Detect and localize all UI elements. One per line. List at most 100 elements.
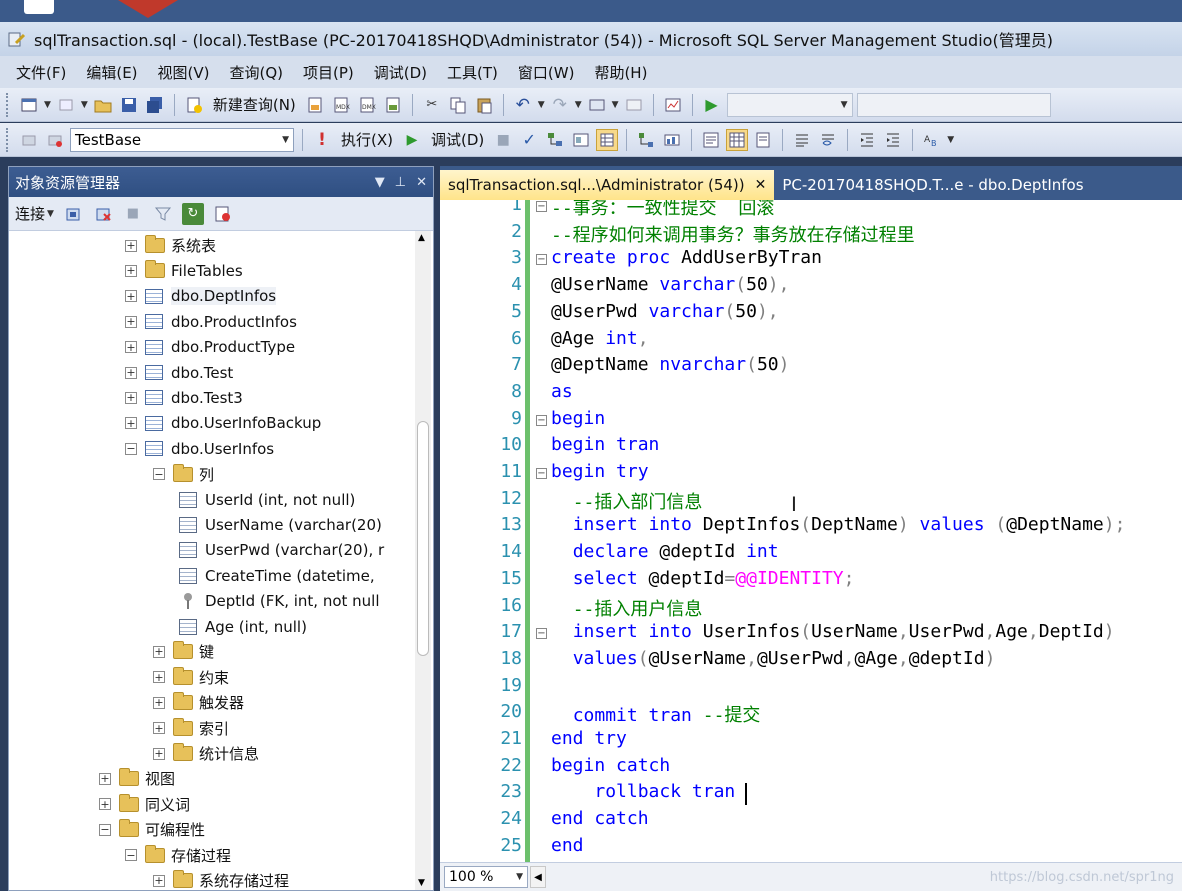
display-estimated-plan-icon[interactable] bbox=[544, 129, 566, 151]
object-explorer-details-icon[interactable] bbox=[212, 203, 234, 225]
tree-item[interactable]: + dbo.ProductInfos bbox=[125, 309, 297, 334]
tree-item[interactable]: DeptId (FK, int, not null bbox=[179, 589, 380, 614]
activity-monitor-icon[interactable] bbox=[662, 94, 684, 116]
toolbar-grip[interactable] bbox=[6, 92, 10, 117]
expand-icon[interactable]: + bbox=[125, 341, 137, 354]
specify-template-values-icon[interactable]: AB bbox=[921, 129, 943, 151]
menu-item[interactable]: 文件(F) bbox=[6, 62, 76, 83]
code-line[interactable]: @Age int, bbox=[551, 328, 649, 349]
collapse-icon[interactable]: − bbox=[125, 849, 137, 862]
close-icon[interactable]: ✕ bbox=[416, 175, 427, 190]
tree-item[interactable]: + dbo.Test bbox=[125, 360, 233, 385]
toolbar-overflow-icon[interactable]: ▼ bbox=[947, 135, 954, 145]
tab-deptinfos[interactable]: PC-20170418SHQD.T...e - dbo.DeptInfos bbox=[774, 170, 1091, 200]
close-tab-icon[interactable]: ✕ bbox=[755, 177, 767, 193]
filter-icon[interactable] bbox=[152, 203, 174, 225]
code-line[interactable]: as bbox=[551, 381, 573, 402]
menu-item[interactable]: 调试(D) bbox=[364, 62, 437, 83]
code-line[interactable]: --插入用户信息 bbox=[551, 595, 703, 621]
fold-toggle-icon[interactable]: − bbox=[536, 468, 547, 479]
paste-icon[interactable] bbox=[473, 94, 495, 116]
menu-item[interactable]: 项目(P) bbox=[293, 62, 364, 83]
chevron-down-icon[interactable]: ▼ bbox=[44, 100, 51, 110]
parse-icon[interactable]: ✓ bbox=[518, 129, 540, 151]
include-client-statistics-icon[interactable] bbox=[661, 129, 683, 151]
chevron-down-icon[interactable]: ▼ bbox=[612, 100, 619, 110]
chevron-down-icon[interactable]: ▼ bbox=[81, 100, 88, 110]
menu-item[interactable]: 视图(V) bbox=[148, 62, 220, 83]
menu-item[interactable]: 查询(Q) bbox=[220, 62, 294, 83]
change-connection-icon[interactable] bbox=[44, 129, 66, 151]
fold-toggle-icon[interactable]: − bbox=[536, 628, 547, 640]
code-line[interactable]: begin tran bbox=[551, 434, 659, 455]
expand-icon[interactable]: + bbox=[125, 264, 137, 277]
tree-item[interactable]: + 同义词 bbox=[99, 792, 190, 817]
uncomment-lines-icon[interactable] bbox=[817, 129, 839, 151]
expand-icon[interactable]: + bbox=[153, 874, 165, 887]
open-folder-icon[interactable] bbox=[92, 94, 114, 116]
tree-item[interactable]: + 触发器 bbox=[153, 690, 244, 715]
collapse-icon[interactable]: − bbox=[153, 468, 165, 481]
chevron-down-icon[interactable]: ▼ bbox=[47, 209, 54, 219]
connect-icon[interactable] bbox=[18, 129, 40, 151]
tree-item[interactable]: + 统计信息 bbox=[153, 741, 259, 766]
chevron-down-icon[interactable]: ▼ bbox=[575, 100, 582, 110]
expand-icon[interactable]: + bbox=[99, 798, 111, 811]
fold-toggle-icon[interactable]: − bbox=[536, 414, 547, 426]
code-line[interactable]: @UserName varchar(50), bbox=[551, 274, 789, 295]
new-project-icon[interactable] bbox=[18, 94, 40, 116]
code-line[interactable]: declare @deptId int bbox=[551, 541, 779, 562]
code-line[interactable]: values(@UserName,@UserPwd,@Age,@deptId) bbox=[551, 648, 996, 669]
tree-item[interactable]: UserPwd (varchar(20), r bbox=[179, 538, 384, 563]
analysis-dmx-query-icon[interactable]: DMX bbox=[356, 94, 378, 116]
new-query-icon[interactable] bbox=[183, 94, 205, 116]
pin-icon[interactable]: ⊥ bbox=[395, 175, 406, 190]
query-designer-icon[interactable] bbox=[570, 129, 592, 151]
tree-item[interactable]: + 视图 bbox=[99, 766, 175, 791]
fold-toggle-icon[interactable]: − bbox=[536, 201, 547, 212]
copy-icon[interactable] bbox=[447, 94, 469, 116]
tree-item[interactable]: − 存储过程 bbox=[125, 843, 231, 868]
chevron-down-icon[interactable]: ▼ bbox=[538, 100, 545, 110]
refresh-icon[interactable]: ↻ bbox=[181, 202, 204, 225]
scroll-thumb[interactable] bbox=[417, 421, 429, 656]
results-to-file-icon[interactable] bbox=[752, 129, 774, 151]
connect-object-explorer-icon[interactable] bbox=[62, 203, 84, 225]
code-line[interactable]: commit tran --提交 bbox=[551, 701, 761, 727]
code-line[interactable]: @UserPwd varchar(50), bbox=[551, 301, 779, 322]
increase-indent-icon[interactable] bbox=[882, 129, 904, 151]
code-line[interactable]: begin try bbox=[551, 461, 649, 482]
tree-item[interactable]: + 键 bbox=[153, 639, 214, 664]
word-app-icon[interactable] bbox=[24, 0, 54, 14]
navigate-forward-icon[interactable] bbox=[623, 94, 645, 116]
menu-item[interactable]: 工具(T) bbox=[437, 62, 508, 83]
results-to-grid-toggle-icon[interactable] bbox=[726, 128, 749, 151]
expand-icon[interactable]: + bbox=[125, 391, 137, 404]
tab-sqltransaction[interactable]: sqlTransaction.sql...\Administrator (54)… bbox=[440, 170, 775, 200]
tree-item[interactable]: + 索引 bbox=[153, 716, 229, 741]
collapse-icon[interactable]: − bbox=[125, 442, 137, 455]
connect-button[interactable]: 连接 bbox=[15, 203, 45, 224]
tree-item[interactable]: UserId (int, not null) bbox=[179, 487, 355, 512]
results-to-grid-icon[interactable] bbox=[596, 128, 619, 151]
code-line[interactable]: begin bbox=[551, 408, 605, 429]
expand-icon[interactable]: + bbox=[99, 772, 111, 785]
expand-icon[interactable]: + bbox=[125, 290, 137, 303]
code-line[interactable]: begin catch bbox=[551, 755, 670, 776]
expand-icon[interactable]: + bbox=[153, 722, 165, 735]
database-engine-query-icon[interactable] bbox=[304, 94, 326, 116]
start-debugging-icon[interactable]: ▶ bbox=[701, 94, 723, 116]
available-databases-select[interactable]: TestBase ▼ bbox=[70, 127, 294, 152]
tree-item[interactable]: + dbo.ProductType bbox=[125, 335, 295, 360]
expand-icon[interactable]: + bbox=[125, 366, 137, 379]
window-position-icon[interactable]: ▼ bbox=[375, 175, 385, 190]
execute-icon[interactable]: ! bbox=[311, 129, 333, 151]
tree-item[interactable]: − 列 bbox=[153, 462, 214, 487]
new-query-button[interactable]: 新建查询(N) bbox=[213, 94, 296, 115]
expand-icon[interactable]: + bbox=[125, 315, 137, 328]
code-line[interactable]: insert into DeptInfos(DeptName) values (… bbox=[551, 514, 1126, 535]
stop-icon[interactable]: ■ bbox=[122, 203, 144, 225]
code-line[interactable]: select @deptId=@@IDENTITY; bbox=[551, 568, 855, 589]
expand-icon[interactable]: + bbox=[125, 239, 137, 252]
save-icon[interactable] bbox=[118, 94, 140, 116]
